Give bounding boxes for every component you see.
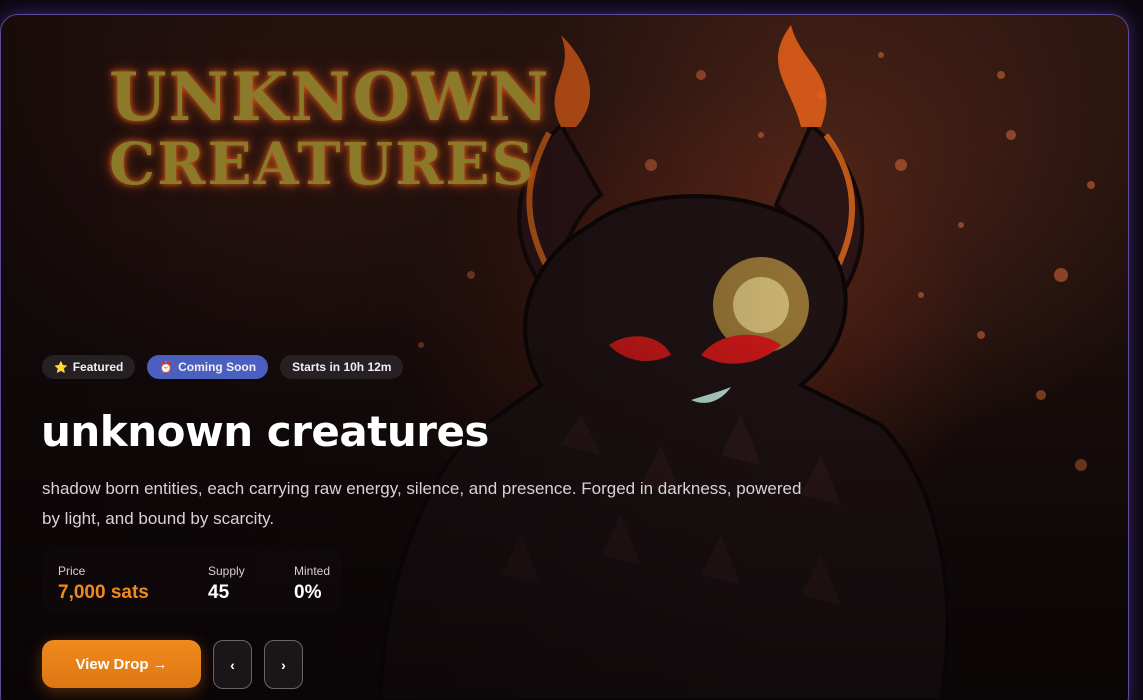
alarm-clock-icon: ⏰: [159, 361, 174, 374]
price-label: Price: [58, 564, 86, 578]
supply-label: Supply: [208, 564, 245, 578]
page: UNKNOWN CREATURES ⭐ Featured ⏰ Coming So…: [0, 0, 1143, 700]
price-stat: Price 7,000 sats: [58, 550, 149, 604]
previous-slide-button[interactable]: ‹: [213, 640, 252, 689]
supply-value: 45: [208, 582, 230, 603]
supply-stat: Supply 45: [208, 550, 245, 604]
collection-title: unknown creatures: [41, 407, 489, 456]
chevron-right-icon: ›: [281, 656, 286, 673]
collection-description: shadow born entities, each carrying raw …: [42, 479, 802, 528]
star-icon: ⭐: [54, 361, 68, 374]
coming-soon-badge: ⏰ Coming Soon: [147, 355, 269, 379]
view-drop-button[interactable]: View Drop →: [42, 640, 201, 688]
view-drop-label: View Drop: [75, 655, 149, 673]
featured-drop-card: UNKNOWN CREATURES ⭐ Featured ⏰ Coming So…: [0, 14, 1129, 700]
price-value: 7,000 sats: [58, 582, 149, 603]
stats-panel: Price 7,000 sats Supply 45 Minted 0%: [42, 550, 342, 612]
artwork-title-lettering: UNKNOWN CREATURES: [109, 58, 551, 199]
countdown-badge: Starts in 10h 12m: [280, 355, 404, 379]
next-slide-button[interactable]: ›: [264, 640, 303, 689]
minted-value: 0%: [294, 582, 322, 603]
badge-row: ⭐ Featured ⏰ Coming Soon Starts in 10h 1…: [42, 355, 404, 379]
minted-label: Minted: [294, 564, 331, 578]
minted-stat: Minted 0%: [294, 550, 330, 604]
arrow-right-icon: →: [152, 655, 168, 673]
chevron-left-icon: ‹: [230, 656, 235, 673]
featured-badge: ⭐ Featured: [42, 355, 136, 379]
